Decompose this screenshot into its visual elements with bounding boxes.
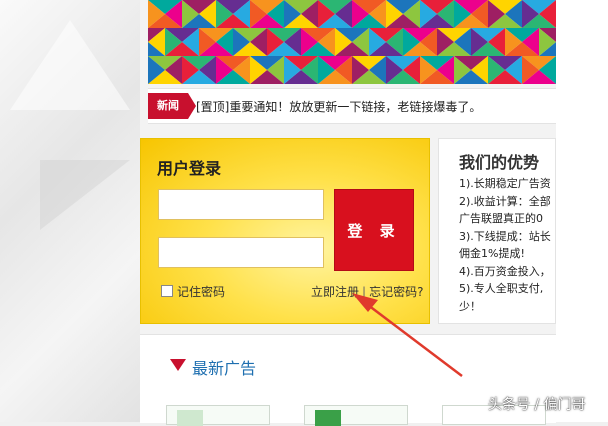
ad-card[interactable] <box>304 405 408 426</box>
login-title: 用户登录 <box>157 159 222 178</box>
news-bar: 新闻 [置顶]重要通知！放放更新一下链接，老链接爆毒了。 <box>148 88 556 124</box>
triangle-bullet-icon <box>170 359 186 371</box>
username-input[interactable] <box>158 189 324 220</box>
advantages-panel: 我们的优势 1).长期稳定广告资 2).收益计算：全部 广告联盟真正的0 3).… <box>438 138 556 324</box>
password-input[interactable] <box>158 237 324 268</box>
remember-label: 记住密码 <box>177 285 226 299</box>
latest-ads-title: 最新广告 <box>192 359 257 378</box>
register-link[interactable]: 立即注册 <box>311 285 359 299</box>
background-left <box>0 0 140 422</box>
advantages-title: 我们的优势 <box>459 153 540 172</box>
forgot-password-link[interactable]: 忘记密码? <box>369 285 423 299</box>
remember-checkbox[interactable] <box>161 285 173 297</box>
advantage-line: 5).专人全职支付, <box>459 282 544 295</box>
advantage-line: 佣金1%提成! <box>459 247 525 260</box>
background-facet <box>10 20 130 110</box>
geometric-pattern-banner <box>148 0 556 84</box>
advantage-line: 4).百万资金投入， <box>459 264 551 278</box>
advantages-list: 1).长期稳定广告资 2).收益计算：全部 广告联盟真正的0 3).下线提成：站… <box>459 175 551 315</box>
remember-password[interactable]: 记住密码 <box>161 283 225 300</box>
background-right <box>556 0 608 422</box>
advantage-line: 1).长期稳定广告资 <box>459 177 551 190</box>
ad-card-image <box>315 410 341 426</box>
login-button[interactable]: 登 录 <box>334 189 414 271</box>
login-panel: 用户登录 登 录 记住密码 立即注册 | 忘记密码? <box>140 138 430 324</box>
banner-image <box>148 0 556 84</box>
watermark: 头条号 / 偏门哥 <box>488 397 586 413</box>
advantage-line: 广告联盟真正的0 <box>459 212 543 225</box>
background-facet <box>40 160 130 230</box>
advantage-line: 2).收益计算：全部 <box>459 194 551 208</box>
link-separator: | <box>362 285 367 299</box>
news-tag: 新闻 <box>148 93 196 119</box>
ad-card-image <box>177 410 203 426</box>
advantage-line: 少！ <box>459 299 481 313</box>
advantage-line: 3).下线提成：站长 <box>459 229 551 243</box>
login-links: 立即注册 | 忘记密码? <box>311 283 423 300</box>
news-headline-link[interactable]: [置顶]重要通知！放放更新一下链接，老链接爆毒了。 <box>196 98 481 115</box>
ad-card[interactable] <box>166 405 270 426</box>
